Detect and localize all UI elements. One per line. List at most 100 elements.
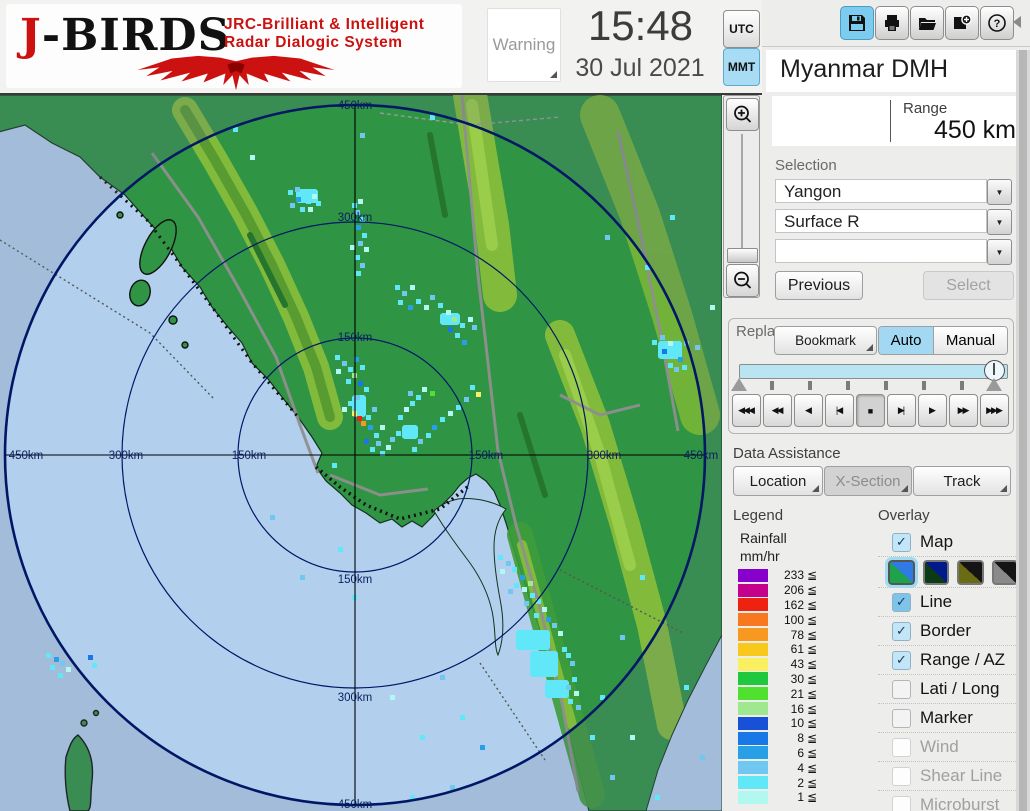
legend-value: 1: [768, 790, 804, 804]
product-dropdown[interactable]: Surface R ▼: [775, 209, 1012, 235]
rewind-fast-button[interactable]: ◀◀◀: [732, 394, 761, 427]
overlay-item-shear-line[interactable]: Shear Line: [878, 762, 1018, 791]
lte-symbol: ≦: [807, 776, 817, 790]
manual-button[interactable]: Manual: [934, 327, 1007, 354]
lte-symbol: ≦: [807, 568, 817, 582]
lte-symbol: ≦: [807, 672, 817, 686]
step-back-button[interactable]: |◀: [825, 394, 854, 427]
legend-row: 21≦: [738, 686, 824, 701]
print-button[interactable]: [875, 6, 909, 40]
overlay-item-map[interactable]: ✓Map: [878, 528, 1018, 557]
help-icon: ?: [987, 13, 1007, 33]
zoom-slider-track[interactable]: [741, 134, 743, 260]
x-section-button[interactable]: X-Section: [824, 466, 912, 496]
map-style-swatch-3[interactable]: [957, 560, 984, 585]
panel-separator: [762, 46, 1030, 47]
ring-label: 300km: [109, 450, 144, 462]
add-image-button[interactable]: [945, 6, 979, 40]
zoom-out-icon: [732, 270, 754, 292]
zoom-in-button[interactable]: [726, 98, 759, 131]
bookmark-button[interactable]: Bookmark: [774, 326, 877, 355]
forward-button[interactable]: ▶▶: [949, 394, 978, 427]
map-style-swatch-1[interactable]: [888, 560, 915, 585]
lte-symbol: ≦: [807, 613, 817, 627]
legend-row: 43≦: [738, 657, 824, 672]
zoom-out-button[interactable]: [726, 264, 759, 297]
overlay-item-lati-long[interactable]: Lati / Long: [878, 675, 1018, 704]
checkbox[interactable]: [892, 709, 911, 728]
playback-controls: ◀◀◀◀◀◀|◀■▶|▶▶▶▶▶▶: [732, 394, 1009, 427]
save-button[interactable]: [840, 6, 874, 40]
map-style-swatch-4[interactable]: [992, 560, 1019, 585]
track-button[interactable]: Track: [913, 466, 1011, 496]
checkbox[interactable]: [892, 738, 911, 757]
header-bar: J-BIRDS JRC-Brilliant & Intelligent Rada…: [0, 0, 762, 95]
select-button[interactable]: Select: [923, 271, 1014, 300]
forward-fast-button[interactable]: ▶▶▶: [980, 394, 1009, 427]
legend-row: 2≦: [738, 775, 824, 790]
checkbox[interactable]: [892, 767, 911, 786]
chevron-down-icon[interactable]: ▼: [987, 179, 1012, 205]
lte-symbol: ≦: [807, 583, 817, 597]
legend-color-swatch: [738, 717, 768, 730]
rewind-button[interactable]: ◀◀: [763, 394, 792, 427]
data-assistance-label: Data Assistance: [733, 445, 841, 462]
overlay-item-marker[interactable]: Marker: [878, 704, 1018, 733]
legend-scale: 233≦206≦162≦100≦78≦61≦43≦30≦21≦16≦10≦8≦6…: [738, 568, 824, 805]
overlay-label: Overlay: [878, 507, 930, 524]
auto-button[interactable]: Auto: [879, 327, 934, 354]
toolbar-collapse-arrow-icon[interactable]: [1013, 16, 1021, 28]
overlay-item-microburst[interactable]: Microburst: [878, 791, 1018, 811]
checkbox[interactable]: [892, 680, 911, 699]
overlay-item-label: Line: [920, 592, 952, 612]
play-button[interactable]: ▶: [918, 394, 947, 427]
option-dropdown[interactable]: ▼: [775, 239, 1012, 265]
overlay-item-label: Border: [920, 621, 971, 641]
help-button[interactable]: ?: [980, 6, 1014, 40]
stop-button[interactable]: ■: [856, 394, 885, 427]
checkbox[interactable]: ✓: [892, 593, 911, 612]
product-dropdown-value[interactable]: Surface R: [775, 209, 987, 233]
radar-map[interactable]: 450km300km150km150km300km450km450km300km…: [0, 95, 722, 811]
timeline-tick: [770, 381, 774, 390]
lte-symbol: ≦: [807, 746, 817, 760]
site-dropdown-value[interactable]: Yangon: [775, 179, 987, 203]
overlay-item-line[interactable]: ✓ Line: [878, 588, 1018, 617]
chevron-down-icon[interactable]: ▼: [987, 239, 1012, 265]
open-folder-icon: [917, 13, 937, 33]
ring-label: 450km: [684, 450, 719, 462]
chevron-down-icon[interactable]: ▼: [987, 209, 1012, 235]
previous-button[interactable]: Previous: [775, 271, 863, 300]
timeline-start-marker[interactable]: [731, 378, 747, 391]
checkbox[interactable]: ✓: [892, 533, 911, 552]
panel-scrollbar[interactable]: [1019, 50, 1027, 811]
open-folder-button[interactable]: [910, 6, 944, 40]
timeline-end-marker[interactable]: [986, 378, 1002, 391]
checkbox[interactable]: ✓: [892, 651, 911, 670]
step-forward-button[interactable]: ▶|: [887, 394, 916, 427]
legend-color-swatch: [738, 687, 768, 700]
overlay-item-wind[interactable]: Wind: [878, 733, 1018, 762]
legend-color-swatch: [738, 791, 768, 804]
legend-value: 16: [768, 702, 804, 716]
lte-symbol: ≦: [807, 598, 817, 612]
location-button[interactable]: Location: [733, 466, 823, 496]
play-reverse-button[interactable]: ◀: [794, 394, 823, 427]
checkbox[interactable]: ✓: [892, 622, 911, 641]
map-style-swatch-2[interactable]: [923, 560, 950, 585]
mmt-button[interactable]: MMT: [723, 48, 760, 86]
warning-button[interactable]: Warning: [487, 8, 561, 82]
overlay-item-label: Lati / Long: [920, 679, 999, 699]
site-dropdown[interactable]: Yangon ▼: [775, 179, 1012, 205]
legend-row: 61≦: [738, 642, 824, 657]
overlay-item-label: Range / AZ: [920, 650, 1005, 670]
overlay-item-range-az[interactable]: ✓ Range / AZ: [878, 646, 1018, 675]
checkbox[interactable]: [892, 796, 911, 811]
replay-timeline-slider[interactable]: [739, 364, 1008, 379]
overlay-item-border[interactable]: ✓ Border: [878, 617, 1018, 646]
zoom-slider-thumb[interactable]: [727, 248, 758, 263]
option-dropdown-value[interactable]: [775, 239, 987, 263]
utc-button[interactable]: UTC: [723, 10, 760, 48]
legend-value: 100: [768, 613, 804, 627]
range-label: Range: [903, 100, 947, 117]
